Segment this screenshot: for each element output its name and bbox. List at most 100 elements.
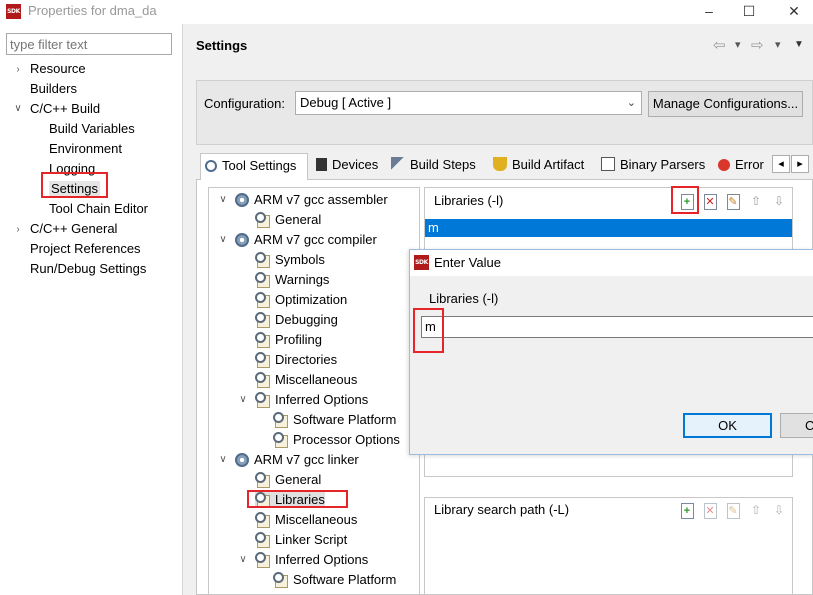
- move-down-icon[interactable]: ⇩: [771, 193, 787, 209]
- binary-file-icon: [601, 157, 615, 171]
- chevron-right-icon[interactable]: ›: [12, 64, 24, 76]
- delete-icon[interactable]: ✕: [702, 502, 718, 519]
- chevron-down-icon[interactable]: ∨: [237, 394, 249, 406]
- edit-icon[interactable]: ✎: [725, 193, 741, 210]
- page-title: Settings: [196, 38, 248, 53]
- tree-node-label: Miscellaneous: [275, 512, 358, 527]
- tree-node-label: General: [275, 212, 322, 227]
- back-dropdown-icon[interactable]: ▾: [735, 38, 741, 51]
- add-icon[interactable]: +: [679, 502, 695, 519]
- close-button[interactable]: ✕: [780, 1, 808, 21]
- sidebar-item-cpp-build[interactable]: C/C++ Build: [30, 101, 100, 116]
- back-arrow-icon[interactable]: ⇦: [713, 36, 726, 54]
- ok-button[interactable]: OK: [683, 413, 772, 438]
- tree-node-warnings[interactable]: Warnings: [255, 272, 330, 288]
- chip-icon: [316, 158, 327, 171]
- tab-label: Devices: [332, 157, 379, 172]
- tree-node-linker-miscellaneous[interactable]: Miscellaneous: [255, 512, 358, 528]
- sidebar-item-build-variables[interactable]: Build Variables: [49, 121, 135, 136]
- tree-node-directories[interactable]: Directories: [255, 352, 338, 368]
- tree-node-processor-options[interactable]: Processor Options: [273, 432, 400, 448]
- tree-node-compiler[interactable]: ARM v7 gcc compiler: [235, 232, 377, 247]
- move-down-icon[interactable]: ⇩: [771, 502, 787, 518]
- tree-node-optimization[interactable]: Optimization: [255, 292, 347, 308]
- tab-scroll-left-button[interactable]: ◂: [772, 155, 790, 173]
- add-icon[interactable]: +: [679, 193, 695, 210]
- hammer-icon: [391, 157, 405, 171]
- forward-arrow-icon[interactable]: ⇨: [751, 36, 764, 54]
- value-input[interactable]: m: [421, 316, 813, 338]
- sidebar-item-run-debug-settings[interactable]: Run/Debug Settings: [30, 261, 146, 276]
- tool-gear-icon: [235, 233, 249, 247]
- tree-node-linker[interactable]: ARM v7 gcc linker: [235, 452, 359, 467]
- sidebar-item-cpp-general[interactable]: C/C++ General: [30, 221, 117, 236]
- tree-node-label: ARM v7 gcc linker: [254, 452, 359, 467]
- minimize-button[interactable]: –: [695, 1, 723, 21]
- tree-node-linker-script[interactable]: Linker Script: [255, 532, 347, 548]
- tree-node-compiler-inferred-options[interactable]: Inferred Options: [255, 392, 369, 408]
- tree-node-linker-software-platform[interactable]: Software Platform: [273, 572, 396, 588]
- option-icon: [273, 412, 289, 428]
- move-up-icon[interactable]: ⇧: [748, 502, 764, 518]
- tree-node-label: Processor Options: [293, 432, 400, 447]
- maximize-button[interactable]: ☐: [735, 1, 763, 21]
- tab-build-steps[interactable]: Build Steps: [387, 153, 476, 179]
- chevron-right-icon[interactable]: ›: [12, 224, 24, 236]
- cancel-button[interactable]: Cancel: [780, 413, 813, 438]
- sdk-app-icon: SDK: [414, 255, 429, 270]
- configuration-select[interactable]: Debug [ Active ] ⌄: [295, 91, 642, 115]
- tree-node-compiler-miscellaneous[interactable]: Miscellaneous: [255, 372, 357, 388]
- tab-scroll-right-button[interactable]: ▸: [791, 155, 809, 173]
- sidebar-item-project-references[interactable]: Project References: [30, 241, 141, 256]
- sidebar-item-resource[interactable]: Resource: [30, 61, 86, 76]
- tree-node-label: Inferred Options: [275, 392, 369, 407]
- edit-icon[interactable]: ✎: [725, 502, 741, 519]
- option-icon: [255, 292, 271, 308]
- tree-node-debugging[interactable]: Debugging: [255, 312, 338, 328]
- option-icon: [255, 392, 271, 408]
- tree-node-symbols[interactable]: Symbols: [255, 252, 325, 268]
- view-menu-icon[interactable]: ▼: [794, 39, 804, 50]
- gear-icon: [205, 160, 217, 172]
- chevron-down-icon[interactable]: ∨: [12, 103, 24, 115]
- tree-node-profiling[interactable]: Profiling: [255, 332, 322, 348]
- tree-node-label: Libraries: [275, 492, 325, 507]
- window-title: Properties for dma_da: [28, 3, 157, 18]
- chevron-down-icon[interactable]: ∨: [217, 454, 229, 466]
- tree-node-label: Warnings: [275, 272, 330, 287]
- chevron-down-icon[interactable]: ∨: [237, 554, 249, 566]
- move-up-icon[interactable]: ⇧: [748, 193, 764, 209]
- sidebar-item-builders[interactable]: Builders: [30, 81, 77, 96]
- dialog-label: Libraries (-l): [429, 291, 499, 306]
- tool-gear-icon: [235, 193, 249, 207]
- tree-node-label: Directories: [275, 352, 338, 367]
- forward-dropdown-icon[interactable]: ▾: [775, 38, 781, 51]
- option-icon: [255, 532, 271, 548]
- tab-tool-settings[interactable]: Tool Settings: [200, 153, 308, 180]
- tree-node-assembler[interactable]: ARM v7 gcc assembler: [235, 192, 388, 207]
- window-titlebar: SDK Properties for dma_da – ☐ ✕: [0, 0, 813, 24]
- manage-configurations-button[interactable]: Manage Configurations...: [648, 91, 803, 117]
- sidebar-item-logging[interactable]: Logging: [49, 161, 95, 176]
- tab-binary-parsers[interactable]: Binary Parsers: [597, 153, 705, 179]
- tree-node-linker-general[interactable]: General: [255, 472, 322, 488]
- tab-error[interactable]: Error: [714, 153, 770, 179]
- tree-node-label: Inferred Options: [275, 552, 369, 567]
- tab-build-artifact[interactable]: Build Artifact: [489, 153, 584, 179]
- sidebar-item-environment[interactable]: Environment: [49, 141, 122, 156]
- tree-node-libraries[interactable]: Libraries: [255, 492, 325, 508]
- option-icon: [255, 552, 271, 568]
- configuration-value: Debug [ Active ]: [300, 95, 392, 110]
- tree-node-software-platform[interactable]: Software Platform: [273, 412, 396, 428]
- list-item[interactable]: m: [425, 219, 792, 237]
- tree-node-assembler-general[interactable]: General: [255, 212, 322, 228]
- delete-icon[interactable]: ✕: [702, 193, 718, 210]
- filter-input[interactable]: [6, 33, 172, 55]
- sidebar-item-tool-chain-editor[interactable]: Tool Chain Editor: [49, 201, 148, 216]
- sidebar-item-settings[interactable]: Settings: [49, 181, 100, 196]
- tab-devices[interactable]: Devices: [312, 153, 378, 179]
- tree-node-label: General: [275, 472, 322, 487]
- chevron-down-icon[interactable]: ∨: [217, 194, 229, 206]
- chevron-down-icon[interactable]: ∨: [217, 234, 229, 246]
- tree-node-linker-inferred-options[interactable]: Inferred Options: [255, 552, 369, 568]
